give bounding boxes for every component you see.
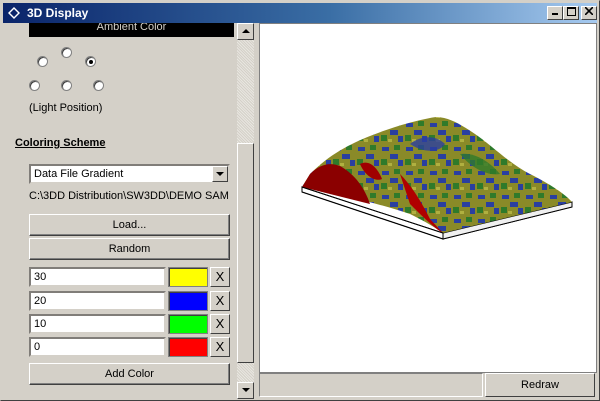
remove-level-button-4[interactable]: X: [210, 337, 230, 357]
light-position-top[interactable]: [61, 47, 72, 58]
window-title: 3D Display: [27, 6, 89, 20]
coloring-scheme-heading: Coloring Scheme: [15, 137, 106, 149]
title-bar[interactable]: 3D Display: [3, 3, 597, 23]
data-file-path: C:\3DD Distribution\SW3DD\DEMO SAM: [29, 190, 229, 202]
scroll-thumb[interactable]: [237, 143, 254, 363]
app-icon: [7, 6, 21, 20]
add-color-button[interactable]: Add Color: [29, 363, 230, 385]
redraw-button-label: Redraw: [521, 379, 559, 391]
arrow-down-icon: [242, 388, 250, 392]
ambient-color-button[interactable]: Ambient Color: [29, 23, 234, 37]
maximize-icon: [566, 7, 576, 16]
minimize-button[interactable]: [547, 6, 563, 20]
level-color-swatch-4[interactable]: [168, 337, 208, 357]
arrow-up-icon: [242, 29, 250, 33]
coloring-scheme-value: Data File Gradient: [34, 168, 124, 180]
level-color-swatch-3[interactable]: [168, 314, 208, 334]
dropdown-arrow-button[interactable]: [212, 166, 228, 182]
settings-panel: Ambient Color (Light Position) Coloring …: [5, 23, 237, 399]
main-window: 3D Display Ambient Color (Light Position…: [0, 0, 600, 401]
light-position-center[interactable]: [61, 80, 72, 91]
light-position-right[interactable]: [93, 80, 104, 91]
scroll-up-button[interactable]: [237, 23, 254, 40]
level-color-swatch-1[interactable]: [168, 267, 208, 287]
level-input-3[interactable]: 10: [29, 314, 166, 334]
close-icon: [584, 6, 594, 16]
redraw-button[interactable]: Redraw: [485, 373, 595, 397]
load-button[interactable]: Load...: [29, 214, 230, 236]
3d-view-canvas[interactable]: [259, 23, 597, 373]
coloring-scheme-select[interactable]: Data File Gradient: [29, 164, 230, 184]
light-position-top-left[interactable]: [37, 56, 48, 67]
light-position-label: (Light Position): [29, 102, 103, 114]
random-button[interactable]: Random: [29, 238, 230, 260]
light-position-top-right[interactable]: [85, 56, 96, 67]
status-area: [259, 373, 483, 397]
light-position-left[interactable]: [29, 80, 40, 91]
remove-level-button-3[interactable]: X: [210, 314, 230, 334]
maximize-button[interactable]: [563, 6, 579, 20]
remove-level-button-2[interactable]: X: [210, 291, 230, 311]
minimize-icon: [552, 13, 558, 15]
level-input-1[interactable]: 30: [29, 267, 166, 287]
terrain-render: [301, 117, 573, 240]
level-input-2[interactable]: 20: [29, 291, 166, 311]
panel-scrollbar[interactable]: [237, 23, 254, 399]
radio-selected-dot: [89, 60, 93, 64]
remove-level-button-1[interactable]: X: [210, 267, 230, 287]
scroll-down-button[interactable]: [237, 382, 254, 399]
level-color-swatch-2[interactable]: [168, 291, 208, 311]
close-button[interactable]: [581, 6, 597, 20]
level-input-4[interactable]: 0: [29, 337, 166, 357]
chevron-down-icon: [216, 172, 224, 176]
